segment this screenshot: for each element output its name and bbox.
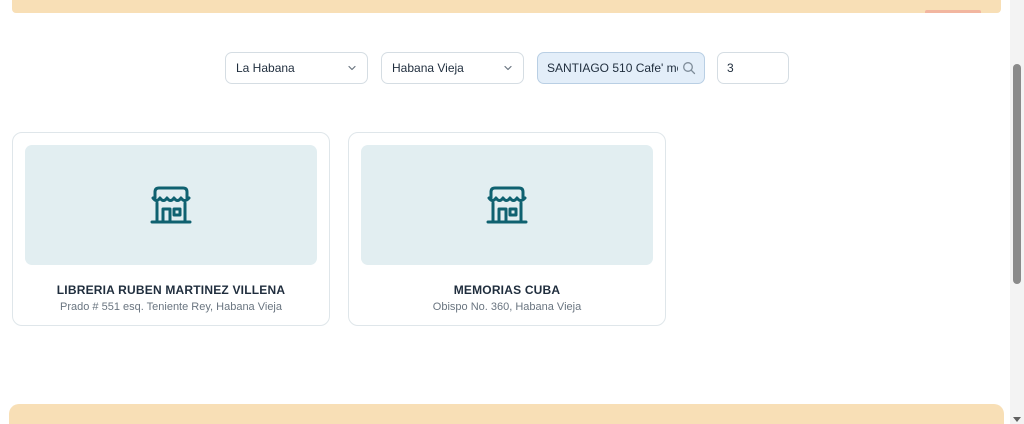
municipality-select[interactable]: Habana Vieja [381, 52, 524, 84]
store-card[interactable]: LIBRERIA RUBEN MARTINEZ VILLENA Prado # … [12, 132, 330, 326]
bottom-banner [9, 404, 1004, 424]
top-banner [12, 0, 1001, 13]
filter-bar: La Habana Habana Vieja [0, 52, 1010, 84]
search-icon[interactable] [682, 61, 696, 75]
store-image-placeholder [25, 145, 317, 265]
search-box [537, 52, 705, 84]
store-name: LIBRERIA RUBEN MARTINEZ VILLENA [56, 283, 286, 297]
chevron-down-icon [348, 65, 356, 71]
store-image-placeholder [361, 145, 653, 265]
province-select-value: La Habana [236, 61, 295, 75]
store-address: Prado # 551 esq. Teniente Rey, Habana Vi… [60, 301, 282, 313]
quantity-input[interactable] [727, 61, 779, 75]
search-input[interactable] [547, 61, 678, 75]
scrollbar-thumb[interactable] [1013, 64, 1021, 284]
scrollbar[interactable] [1010, 0, 1024, 424]
top-banner-button[interactable] [925, 10, 981, 13]
store-name: MEMORIAS CUBA [453, 283, 561, 297]
province-select[interactable]: La Habana [225, 52, 368, 84]
store-icon [486, 186, 528, 224]
quantity-box [717, 52, 789, 84]
municipality-select-value: Habana Vieja [392, 61, 464, 75]
store-icon [150, 186, 192, 224]
store-address: Obispo No. 360, Habana Vieja [432, 301, 582, 313]
store-card[interactable]: MEMORIAS CUBA Obispo No. 360, Habana Vie… [348, 132, 666, 326]
scroll-down-arrow-icon[interactable] [1013, 417, 1021, 422]
chevron-down-icon [504, 65, 512, 71]
